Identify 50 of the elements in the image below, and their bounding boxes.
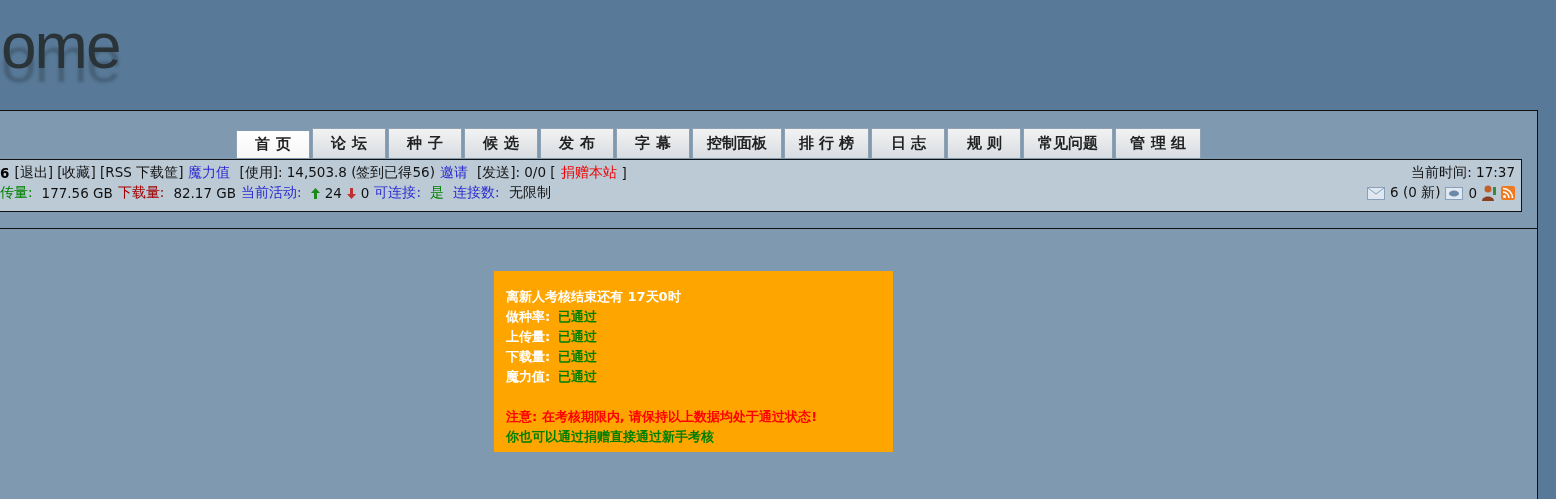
- nav-tab[interactable]: 排 行 榜: [784, 128, 870, 158]
- link[interactable]: 当前活动:: [241, 184, 302, 202]
- check-status: 已通过: [558, 348, 598, 366]
- up-arrow-icon: [310, 187, 320, 199]
- info-text: 无限制: [508, 184, 551, 202]
- info-text: 177.56 GB: [41, 185, 113, 201]
- count-text: 0: [360, 185, 370, 201]
- check-label: 上传量:: [506, 328, 551, 346]
- notice-title: 离新人考核结束还有 17天0时: [506, 288, 682, 306]
- link[interactable]: 邀请: [439, 164, 468, 182]
- nav-tab[interactable]: 种 子: [388, 128, 462, 158]
- nav-tab[interactable]: 发 布: [540, 128, 614, 158]
- info-text: ]: [621, 165, 627, 181]
- stat-label: 下载量:: [117, 184, 165, 202]
- tip-text: 你也可以通过捐赠直接通过新手考核: [506, 428, 715, 446]
- nav-tab[interactable]: 规 则: [947, 128, 1022, 158]
- nav-tab[interactable]: 候 选: [464, 128, 538, 158]
- current-time: 当前时间: 17:37: [1411, 164, 1515, 182]
- mail-icon[interactable]: [1445, 186, 1464, 200]
- check-label: 魔力值:: [506, 368, 551, 386]
- link[interactable]: 可连接:: [374, 184, 421, 202]
- stat-label: 是: [429, 184, 444, 202]
- check-status: 已通过: [558, 308, 598, 326]
- nav-tab[interactable]: 管 理 组: [1115, 128, 1201, 158]
- rss-icon[interactable]: [1501, 186, 1515, 200]
- sent-count[interactable]: 0: [1468, 185, 1477, 201]
- info-text: 6: [0, 165, 10, 181]
- user-icon[interactable]: [1482, 185, 1496, 201]
- link[interactable]: 连接数:: [452, 184, 500, 202]
- nav-tab[interactable]: 日 志: [871, 128, 946, 158]
- check-label: 下载量:: [506, 348, 551, 366]
- check-status: 已通过: [558, 368, 598, 386]
- check-label: 做种率:: [506, 308, 551, 326]
- nav-tab[interactable]: 论 坛: [312, 128, 386, 158]
- info-text: [发送]: 0/0 [: [476, 164, 556, 182]
- inbox-count[interactable]: 6 (0 新): [1390, 184, 1441, 202]
- check-status: 已通过: [558, 328, 598, 346]
- nav-tab[interactable]: 常见问题: [1023, 128, 1114, 158]
- info-text: [退出] [收藏] [RSS 下载筐]: [14, 164, 184, 182]
- mail-icon[interactable]: [1367, 186, 1386, 200]
- warning-text: 注意: 在考核期限内, 请保持以上数据均处于通过状态!: [506, 408, 819, 426]
- info-text: [使用]: 14,503.8 (签到已得56): [239, 164, 435, 182]
- down-arrow-icon: [346, 187, 356, 199]
- nav-tab[interactable]: 字 幕: [616, 128, 690, 158]
- stat-label: 传量:: [0, 184, 33, 202]
- nav-tab[interactable]: 首 页: [236, 128, 310, 158]
- count-text: 24: [324, 185, 342, 201]
- info-text: 82.17 GB: [173, 185, 237, 201]
- link[interactable]: 魔力值: [188, 164, 231, 182]
- nav-tab[interactable]: 控制面板: [692, 128, 782, 158]
